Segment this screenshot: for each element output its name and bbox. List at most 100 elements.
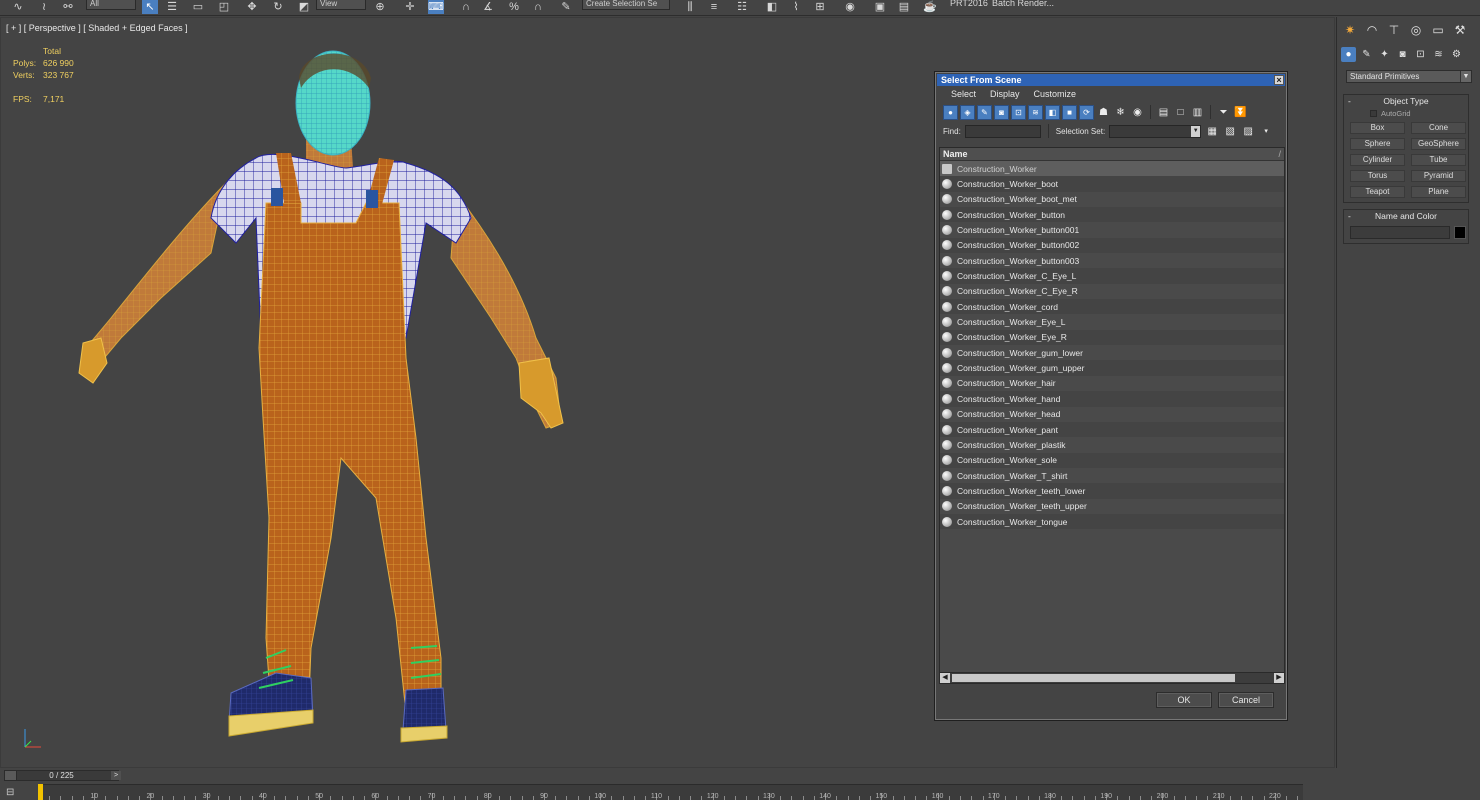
list-item[interactable]: Construction_Worker_pant bbox=[940, 421, 1284, 438]
schematic-view-icon[interactable]: ⊞ bbox=[812, 0, 828, 14]
motion-tab-icon[interactable]: ◎ bbox=[1407, 21, 1425, 39]
select-by-name-icon[interactable]: ☰ bbox=[164, 0, 180, 14]
autogrid-check-icon[interactable] bbox=[1370, 109, 1377, 117]
primitive-torus-button[interactable]: Torus bbox=[1350, 170, 1405, 182]
list-item[interactable]: Construction_Worker_C_Eye_R bbox=[940, 283, 1284, 300]
primitive-cylinder-button[interactable]: Cylinder bbox=[1350, 154, 1405, 166]
material-editor-icon[interactable]: ◉ bbox=[842, 0, 858, 14]
helpers-icon[interactable]: ⊡ bbox=[1413, 47, 1428, 62]
primitive-geosphere-button[interactable]: GeoSphere bbox=[1411, 138, 1466, 150]
scale-icon[interactable]: ◩ bbox=[296, 0, 312, 14]
rotate-icon[interactable]: ↻ bbox=[270, 0, 286, 14]
mirror-icon[interactable]: ⫼ bbox=[682, 0, 698, 14]
move-icon[interactable]: ✥ bbox=[244, 0, 260, 14]
edit-set-icon[interactable]: ▧ bbox=[1223, 124, 1237, 139]
list-item[interactable]: Construction_Worker_head bbox=[940, 406, 1284, 422]
more-options-icon[interactable]: ▾ bbox=[1259, 124, 1273, 139]
primitive-tube-button[interactable]: Tube bbox=[1411, 154, 1466, 166]
track-bar[interactable]: 10 20 30 40 50 60 70 80 90 100 110 120 130 140 150 160 1… bbox=[38, 784, 1303, 800]
object-type-header[interactable]: - Object Type bbox=[1344, 95, 1468, 107]
list-item[interactable]: Construction_Worker_button003 bbox=[940, 253, 1284, 269]
display-lights-icon[interactable]: ✎ bbox=[977, 104, 992, 120]
named-selection-set-dropdown[interactable]: Create Selection Se bbox=[582, 0, 670, 10]
window-crossing-icon[interactable]: ◰ bbox=[216, 0, 232, 14]
reference-coordinate-dropdown[interactable]: View bbox=[316, 0, 366, 10]
select-manipulate-icon[interactable]: ✛ bbox=[402, 0, 418, 14]
list-item[interactable]: Construction_Worker_T_shirt bbox=[940, 467, 1284, 484]
name-column-header[interactable]: Name / bbox=[940, 148, 1284, 161]
cameras-icon[interactable]: ◙ bbox=[1395, 47, 1410, 62]
edit-named-sets-icon[interactable]: ✎ bbox=[558, 0, 574, 14]
find-input[interactable] bbox=[964, 124, 1041, 138]
cancel-button[interactable]: Cancel bbox=[1218, 692, 1274, 708]
sort-icon[interactable]: / bbox=[1278, 148, 1281, 161]
list-item[interactable]: Construction_Worker_gum_lower bbox=[940, 345, 1284, 361]
delete-set-icon[interactable]: ▨ bbox=[1241, 124, 1255, 139]
shapes-icon[interactable]: ✎ bbox=[1359, 47, 1374, 62]
angle-snap-icon[interactable]: ∡ bbox=[480, 0, 496, 14]
scroll-right-icon[interactable]: ▶ bbox=[1274, 673, 1284, 683]
display-geometry-icon[interactable]: ● bbox=[943, 104, 958, 120]
list-item[interactable]: Construction_Worker_button bbox=[940, 207, 1284, 223]
selection-set-dropdown[interactable]: ▼ bbox=[1109, 124, 1202, 138]
batch-render-button[interactable]: Batch Render... bbox=[992, 0, 1054, 8]
chevron-down-icon[interactable]: ▼ bbox=[1191, 125, 1201, 137]
display-hidden-icon[interactable]: ◉ bbox=[1130, 105, 1145, 120]
primitive-sphere-button[interactable]: Sphere bbox=[1350, 138, 1405, 150]
close-icon[interactable]: × bbox=[1274, 75, 1284, 85]
list-item[interactable]: Construction_Worker bbox=[940, 161, 1284, 177]
display-spacewarps-icon[interactable]: ≋ bbox=[1028, 104, 1043, 120]
menu-select[interactable]: Select bbox=[951, 89, 976, 99]
spacewarps-icon[interactable]: ≋ bbox=[1431, 47, 1446, 62]
list-item[interactable]: Construction_Worker_button002 bbox=[940, 237, 1284, 254]
menu-customize[interactable]: Customize bbox=[1034, 89, 1077, 99]
list-item[interactable]: Construction_Worker_Eye_R bbox=[940, 329, 1284, 346]
object-color-swatch[interactable] bbox=[1454, 226, 1466, 239]
bind-spacewarp-icon[interactable]: ⚯ bbox=[60, 0, 76, 14]
list-item[interactable]: Construction_Worker_hair bbox=[940, 375, 1284, 392]
display-xrefs-icon[interactable]: ■ bbox=[1062, 104, 1077, 120]
filter-icon[interactable]: ⏷ bbox=[1216, 105, 1231, 120]
graphite-toolbar-icon[interactable]: ◧ bbox=[764, 0, 780, 14]
construction-worker-model[interactable] bbox=[1, 18, 601, 758]
display-none-icon[interactable]: □ bbox=[1173, 105, 1188, 120]
curve-editor-icon[interactable]: ⌇ bbox=[788, 0, 804, 14]
layer-manager-icon[interactable]: ☷ bbox=[734, 0, 750, 14]
next-frame-icon[interactable]: > bbox=[111, 771, 121, 780]
name-color-header[interactable]: - Name and Color bbox=[1344, 210, 1468, 222]
prt-label[interactable]: PRT2016 bbox=[950, 0, 988, 8]
snaps-toggle-icon[interactable]: ∩ bbox=[458, 0, 474, 14]
list-item[interactable]: Construction_Worker_teeth_upper bbox=[940, 498, 1284, 514]
list-item[interactable]: Construction_Worker_cord bbox=[940, 299, 1284, 315]
collapse-icon[interactable]: - bbox=[1348, 210, 1351, 222]
track-bar-toggle-icon[interactable]: ⊟ bbox=[6, 787, 22, 799]
systems-icon[interactable]: ⚙ bbox=[1449, 47, 1464, 62]
create-set-icon[interactable]: ▦ bbox=[1205, 124, 1219, 139]
percent-snap-icon[interactable]: % bbox=[506, 0, 522, 14]
horizontal-scrollbar[interactable]: ◀ ▶ bbox=[940, 672, 1284, 683]
rect-selection-icon[interactable]: ▭ bbox=[190, 0, 206, 14]
list-item[interactable]: Construction_Worker_hand bbox=[940, 391, 1284, 407]
object-name-input[interactable] bbox=[1350, 226, 1450, 239]
primitive-type-dropdown[interactable]: Standard Primitives ▼ bbox=[1346, 70, 1472, 83]
utilities-tab-icon[interactable]: ⚒ bbox=[1451, 21, 1469, 39]
display-helpers-icon[interactable]: ⊡ bbox=[1011, 104, 1026, 120]
primitive-box-button[interactable]: Box bbox=[1350, 122, 1405, 134]
list-item[interactable]: Construction_Worker_boot bbox=[940, 176, 1284, 192]
ok-button[interactable]: OK bbox=[1156, 692, 1212, 708]
rendered-frame-window-icon[interactable]: ▤ bbox=[896, 0, 912, 14]
list-item[interactable]: Construction_Worker_C_Eye_L bbox=[940, 268, 1284, 284]
menu-display[interactable]: Display bbox=[990, 89, 1020, 99]
hierarchy-tab-icon[interactable]: ⊤ bbox=[1385, 21, 1403, 39]
modify-tab-icon[interactable]: ◠ bbox=[1363, 21, 1381, 39]
list-item[interactable]: Construction_Worker_gum_upper bbox=[940, 360, 1284, 376]
spinner-snap-icon[interactable]: ∩ bbox=[530, 0, 546, 14]
pivot-center-icon[interactable]: ⊕ bbox=[372, 0, 388, 14]
display-frozen-icon[interactable]: ❄ bbox=[1113, 105, 1128, 120]
primitive-pyramid-button[interactable]: Pyramid bbox=[1411, 170, 1466, 182]
list-item[interactable]: Construction_Worker_button001 bbox=[940, 222, 1284, 238]
selection-filter-dropdown[interactable]: All bbox=[86, 0, 136, 10]
keyboard-shortcut-override-icon[interactable]: ⌨ bbox=[428, 0, 444, 14]
link-icon[interactable]: ∿ bbox=[10, 0, 26, 14]
list-item[interactable]: Construction_Worker_sole bbox=[940, 452, 1284, 468]
